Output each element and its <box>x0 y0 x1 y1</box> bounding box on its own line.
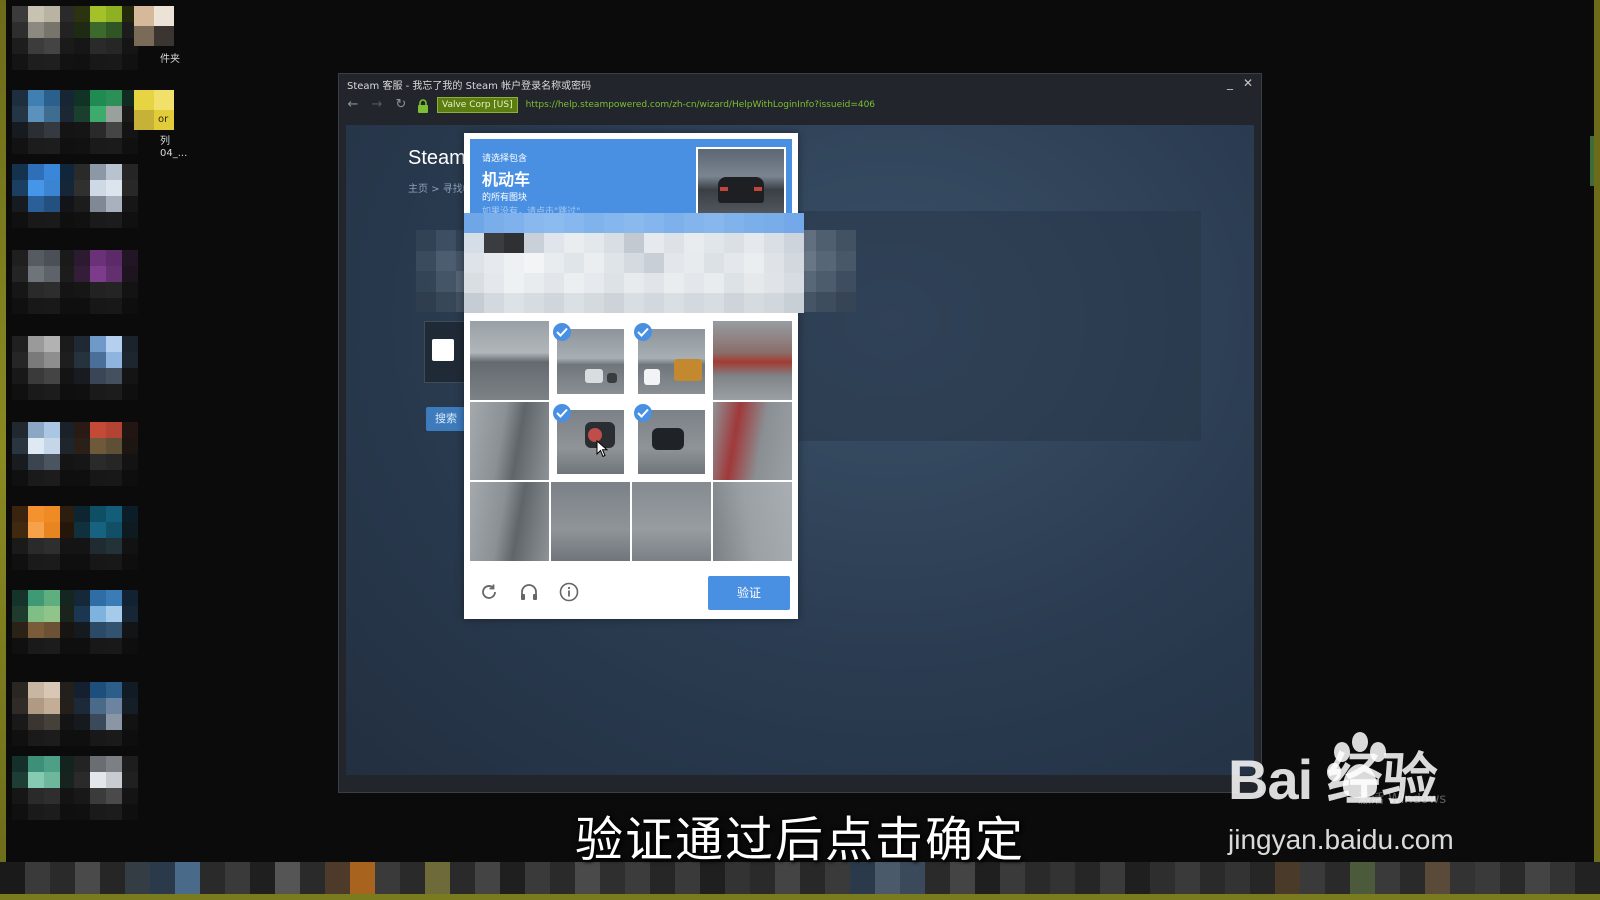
window-title: Steam 客服 - 我忘了我的 Steam 帐户登录名称或密码 <box>347 80 592 92</box>
video-subtitle: 验证通过后点击确定 <box>574 812 1025 868</box>
tile-image <box>713 401 792 481</box>
screen-left-edge <box>0 0 6 900</box>
audio-challenge-icon[interactable] <box>518 581 540 603</box>
screen: 件夹 or 列 04_... Steam 客服 - 我忘了我的 Steam 帐户… <box>0 0 1600 900</box>
checkmark-icon <box>553 323 571 341</box>
vehicle-shape <box>644 369 660 385</box>
tile-image <box>470 401 549 481</box>
image-tile[interactable] <box>713 321 792 400</box>
certificate-badge[interactable]: Valve Corp [US] <box>437 97 518 113</box>
vehicle-shape <box>652 427 684 450</box>
image-tile-selected[interactable] <box>551 321 630 400</box>
prompt-text: 请选择包含 <box>482 154 528 164</box>
desktop-icon[interactable] <box>74 422 138 486</box>
image-tile[interactable] <box>713 401 792 481</box>
checkmark-icon <box>634 323 652 341</box>
tile-image <box>713 321 792 400</box>
desktop-icon[interactable] <box>12 422 76 486</box>
desktop-icon[interactable] <box>12 682 76 746</box>
screen-right-edge <box>1594 0 1600 900</box>
desktop-icon-label: 件夹 <box>160 54 180 65</box>
vehicle-shape <box>674 359 702 381</box>
image-tile[interactable] <box>470 482 549 561</box>
image-tile[interactable] <box>470 401 549 481</box>
desktop-icon[interactable] <box>74 590 138 654</box>
edge-scroll-indicator <box>1590 136 1594 186</box>
minimize-button[interactable]: _ <box>1223 76 1237 90</box>
desktop-icon[interactable] <box>12 164 76 228</box>
image-tile[interactable] <box>551 482 630 561</box>
captcha-challenge: 请选择包含 机动车 的所有图块 如果没有，请点击"跳过" 验证 <box>464 133 804 619</box>
prompt-target: 机动车 <box>482 170 531 189</box>
checkmark-icon <box>553 403 571 422</box>
verify-button[interactable]: 验证 <box>708 576 790 610</box>
close-button[interactable]: ✕ <box>1241 76 1255 90</box>
desktop-icon[interactable] <box>12 590 76 654</box>
tile-image <box>470 321 549 400</box>
desktop-icon-label: 04_... <box>160 148 188 159</box>
refresh-icon[interactable] <box>478 581 500 603</box>
info-icon[interactable] <box>558 581 580 603</box>
blurred-overlay <box>464 213 804 313</box>
image-tile-selected[interactable] <box>632 321 711 400</box>
checkmark-icon <box>634 403 652 422</box>
desktop-icon[interactable] <box>74 682 138 746</box>
window-titlebar[interactable]: Steam 客服 - 我忘了我的 Steam 帐户登录名称或密码 _ ✕ <box>339 74 1261 94</box>
search-button[interactable]: 搜索 <box>426 407 466 431</box>
desktop-icon[interactable] <box>74 506 138 570</box>
prompt-text: 的所有图块 <box>482 193 528 203</box>
tile-image <box>713 482 792 561</box>
image-tile-grid <box>470 321 792 561</box>
taskbar-edge <box>0 894 1600 900</box>
captcha-footer: 验证 <box>464 565 798 619</box>
desktop-icon[interactable] <box>74 250 138 314</box>
back-arrow-icon[interactable]: ← <box>345 97 361 113</box>
desktop-icon[interactable] <box>12 506 76 570</box>
vehicle-shape <box>585 369 603 383</box>
image-tile[interactable] <box>713 482 792 561</box>
desktop-icon[interactable] <box>12 90 76 154</box>
desktop-icon[interactable] <box>12 336 76 400</box>
tail-light <box>754 187 762 191</box>
desktop-icon-label: 列 <box>160 136 170 147</box>
mouse-cursor-icon <box>596 439 609 458</box>
image-tile-selected[interactable] <box>632 402 711 481</box>
lock-icon <box>417 98 429 113</box>
image-tile[interactable] <box>632 482 711 561</box>
navigation-bar: ← → ↻ Valve Corp [US] https://help.steam… <box>339 94 1261 116</box>
vehicle-shape <box>607 373 617 383</box>
image-tile[interactable] <box>470 321 549 400</box>
tile-image <box>551 482 630 561</box>
tail-light <box>720 187 728 191</box>
paw-logo-icon <box>1322 730 1400 808</box>
desktop-icon-label: or <box>158 114 169 125</box>
tile-image <box>632 482 711 561</box>
page-heading: Steam <box>408 147 466 169</box>
reload-icon[interactable]: ↻ <box>393 97 409 113</box>
desktop-icon[interactable] <box>74 90 138 154</box>
desktop-icon[interactable] <box>12 250 76 314</box>
tile-image <box>470 482 549 561</box>
desktop-icons: 件夹 or 列 04_... <box>8 6 188 846</box>
desktop-icon[interactable] <box>74 6 138 70</box>
desktop-icon[interactable] <box>12 6 76 70</box>
desktop-icon[interactable] <box>74 336 138 400</box>
desktop-icon[interactable] <box>134 6 174 46</box>
forward-arrow-icon[interactable]: → <box>369 97 385 113</box>
example-image <box>696 147 786 219</box>
url-bar[interactable]: https://help.steampowered.com/zh-cn/wiza… <box>526 100 875 110</box>
captcha-checkbox[interactable] <box>432 339 454 361</box>
desktop-icon[interactable] <box>74 164 138 228</box>
